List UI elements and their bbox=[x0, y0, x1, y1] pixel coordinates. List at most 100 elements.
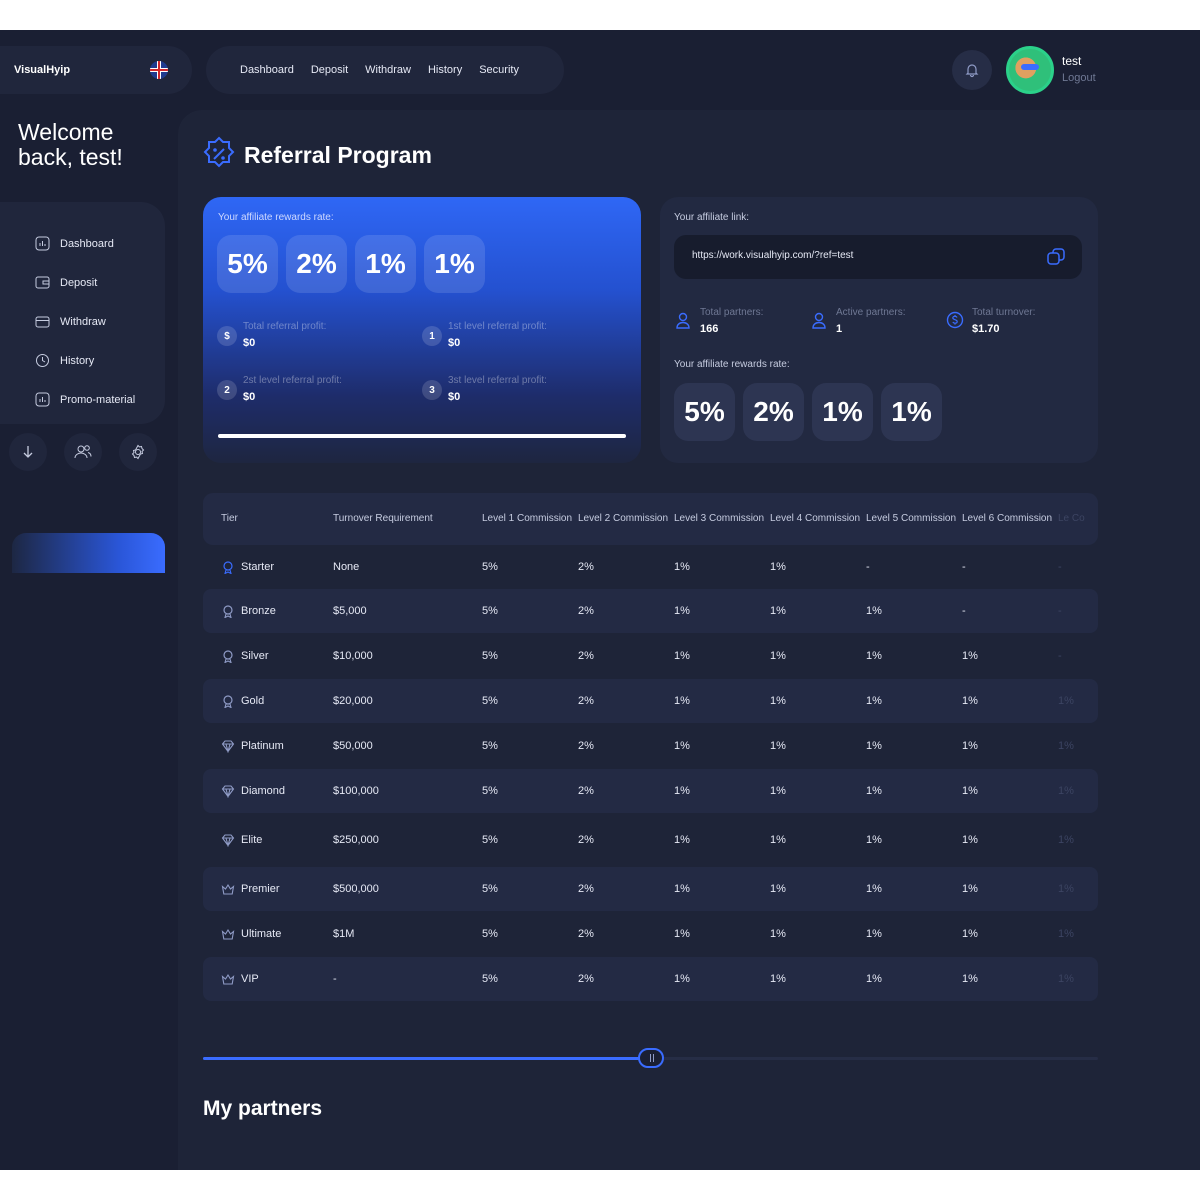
affiliate-rate-label: Your affiliate rewards rate: bbox=[674, 359, 790, 370]
sidebar-item-deposit[interactable]: Deposit bbox=[0, 263, 165, 302]
level-6-cell: 1% bbox=[962, 740, 978, 752]
rate-pill-level-4: 1% bbox=[881, 383, 942, 441]
uk-flag-icon[interactable] bbox=[150, 61, 168, 79]
level-7-cell: 1% bbox=[1058, 785, 1074, 797]
level-2-cell: 2% bbox=[578, 740, 594, 752]
level-5-cell: 1% bbox=[866, 740, 882, 752]
level-4-cell: 1% bbox=[770, 605, 786, 617]
coin-icon bbox=[946, 311, 964, 329]
sidebar-item-promo-material[interactable]: Promo-material bbox=[0, 380, 165, 419]
level-2-cell: 2% bbox=[578, 605, 594, 617]
column-header: Tier bbox=[221, 513, 238, 524]
level-1-cell: 5% bbox=[482, 695, 498, 707]
turnover-cell: $100,000 bbox=[333, 785, 379, 797]
rewards-divider bbox=[218, 434, 626, 438]
tier-cell: VIP bbox=[203, 972, 333, 986]
sidebar-promo-banner[interactable] bbox=[12, 533, 165, 573]
rewards-rate-card: Your affiliate rewards rate: 5% 2% 1% 1%… bbox=[203, 197, 641, 463]
affiliate-link-label: Your affiliate link: bbox=[674, 212, 750, 223]
column-header: Level 4 Commission bbox=[770, 513, 861, 524]
level-1-cell: 5% bbox=[482, 928, 498, 940]
level-4-cell: 1% bbox=[770, 834, 786, 846]
table-row: Silver $10,000 5% 2% 1% 1% 1% 1% - bbox=[203, 633, 1098, 679]
sidebar-menu: Dashboard Deposit Withdraw History Promo… bbox=[0, 202, 165, 424]
topnav-security[interactable]: Security bbox=[479, 64, 519, 76]
level-7-cell: - bbox=[1058, 561, 1062, 573]
copy-icon[interactable] bbox=[1046, 247, 1066, 267]
brand-logo[interactable]: VisualHyip bbox=[14, 64, 70, 76]
tier-cell: Silver bbox=[203, 649, 333, 664]
table-scrollbar[interactable] bbox=[203, 1048, 1098, 1068]
medal-icon bbox=[221, 694, 235, 709]
tier-name: VIP bbox=[241, 973, 259, 985]
level-4-cell: 1% bbox=[770, 740, 786, 752]
level-4-cell: 1% bbox=[770, 928, 786, 940]
tier-cell: Diamond bbox=[203, 784, 333, 799]
topnav-dashboard[interactable]: Dashboard bbox=[240, 64, 294, 76]
scrollbar-thumb[interactable] bbox=[637, 1048, 664, 1068]
wallet-icon bbox=[34, 275, 50, 291]
medal-icon bbox=[221, 560, 235, 575]
level-4-cell: 1% bbox=[770, 973, 786, 985]
level-3-cell: 1% bbox=[674, 695, 690, 707]
column-header: Level 2 Commission bbox=[578, 513, 669, 524]
level-1-cell: 5% bbox=[482, 561, 498, 573]
notification-bell-icon[interactable] bbox=[952, 50, 992, 90]
column-header: Level 6 Commission bbox=[962, 513, 1053, 524]
user-icon bbox=[676, 312, 690, 329]
sidebar-item-history[interactable]: History bbox=[0, 341, 165, 380]
level-4-cell: 1% bbox=[770, 561, 786, 573]
sidebar-item-withdraw[interactable]: Withdraw bbox=[0, 302, 165, 341]
tier-name: Platinum bbox=[241, 740, 284, 752]
main-content: Referral Program Your affiliate rewards … bbox=[178, 110, 1200, 1170]
logout-link[interactable]: Logout bbox=[1062, 72, 1096, 84]
chart-icon bbox=[34, 236, 50, 252]
level-badge: 1 bbox=[422, 326, 442, 346]
table-row: Bronze $5,000 5% 2% 1% 1% 1% - - bbox=[203, 589, 1098, 633]
rate-pill-level-1: 5% bbox=[674, 383, 735, 441]
dollar-icon: $ bbox=[217, 326, 237, 346]
turnover-cell: - bbox=[333, 973, 337, 985]
level-2-cell: 2% bbox=[578, 785, 594, 797]
column-header: Level 1 Commission bbox=[482, 513, 573, 524]
diamond-icon bbox=[221, 784, 235, 799]
arrow-down-icon[interactable] bbox=[8, 433, 47, 471]
page-title: Referral Program bbox=[244, 142, 432, 168]
turnover-cell: $10,000 bbox=[333, 650, 373, 662]
tier-cell: Ultimate bbox=[203, 927, 333, 941]
level-3-cell: 1% bbox=[674, 740, 690, 752]
users-icon[interactable] bbox=[63, 433, 102, 471]
sidebar-item-dashboard[interactable]: Dashboard bbox=[0, 224, 165, 263]
gear-icon[interactable] bbox=[118, 433, 157, 471]
turnover-cell: None bbox=[333, 561, 360, 573]
table-row: Gold $20,000 5% 2% 1% 1% 1% 1% 1% bbox=[203, 679, 1098, 723]
turnover-cell: $1M bbox=[333, 928, 355, 940]
topnav-history[interactable]: History bbox=[428, 64, 462, 76]
column-header: Turnover Requirement bbox=[333, 513, 433, 524]
column-header: Level 3 Commission bbox=[674, 513, 765, 524]
turnover-cell: $250,000 bbox=[333, 834, 379, 846]
level-6-cell: 1% bbox=[962, 695, 978, 707]
topnav-deposit[interactable]: Deposit bbox=[311, 64, 348, 76]
sidebar-item-label: Deposit bbox=[60, 276, 98, 289]
affiliate-url[interactable]: https://work.visualhyip.com/?ref=test bbox=[692, 250, 853, 261]
user-avatar[interactable] bbox=[1006, 46, 1054, 94]
crown-icon bbox=[221, 972, 235, 986]
level-5-cell: 1% bbox=[866, 785, 882, 797]
level-1-cell: 5% bbox=[482, 785, 498, 797]
medal-icon bbox=[221, 649, 235, 664]
tier-commission-table[interactable]: Tier Turnover Requirement Level 1 Commis… bbox=[203, 493, 1098, 1001]
tier-name: Starter bbox=[241, 561, 275, 573]
brand-bar: VisualHyip bbox=[0, 46, 192, 94]
level-1-cell: 5% bbox=[482, 650, 498, 662]
level-6-cell: - bbox=[962, 605, 966, 617]
level-5-cell: 1% bbox=[866, 650, 882, 662]
turnover-cell: $50,000 bbox=[333, 740, 373, 752]
level-5-cell: 1% bbox=[866, 605, 882, 617]
affiliate-link-field[interactable]: https://work.visualhyip.com/?ref=test bbox=[674, 235, 1082, 279]
level-6-cell: - bbox=[962, 561, 966, 573]
level-4-cell: 1% bbox=[770, 785, 786, 797]
medal-icon bbox=[221, 604, 235, 619]
topnav-withdraw[interactable]: Withdraw bbox=[365, 64, 411, 76]
card-icon bbox=[34, 314, 50, 330]
